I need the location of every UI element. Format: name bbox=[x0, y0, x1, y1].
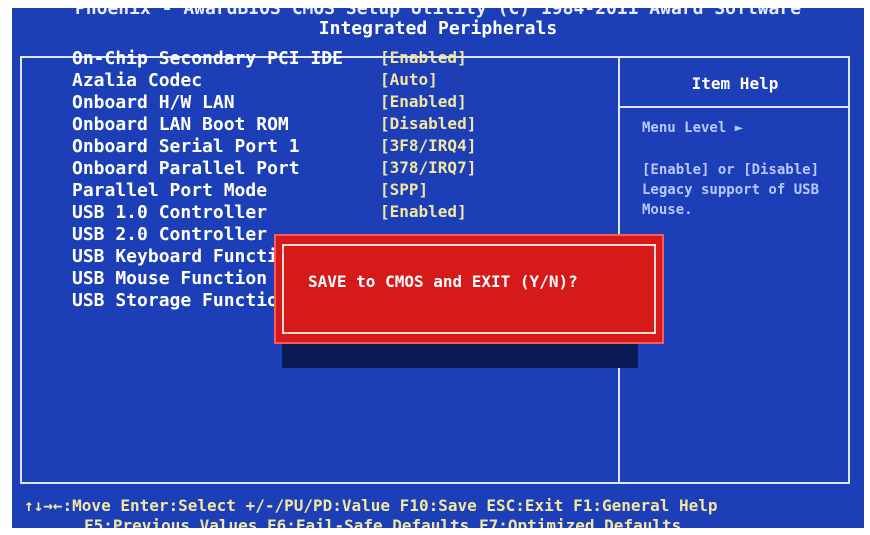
setting-label: USB Keyboard Function bbox=[72, 246, 300, 267]
setting-row-azalia-codec[interactable]: Azalia Codec [Auto] bbox=[72, 70, 632, 92]
setting-label: Azalia Codec bbox=[72, 70, 203, 91]
footer-line-1: ↑↓→←:Move Enter:Select +/-/PU/PD:Value F… bbox=[24, 496, 718, 515]
bios-header: Phoenix - AwardBIOS CMOS Setup Utility (… bbox=[12, 8, 864, 50]
item-help-title: Item Help bbox=[691, 74, 779, 93]
setting-label: USB 1.0 Controller bbox=[72, 202, 268, 223]
setting-value[interactable]: [Enabled] bbox=[380, 92, 467, 111]
setting-row-onboard-hw-lan[interactable]: Onboard H/W LAN [Enabled] bbox=[72, 92, 632, 114]
dialog-message: SAVE to CMOS and EXIT (Y/N)? bbox=[308, 272, 578, 291]
setting-row-parallel-port-mode[interactable]: Parallel Port Mode [SPP] bbox=[72, 180, 632, 202]
bios-copyright: Phoenix - AwardBIOS CMOS Setup Utility (… bbox=[74, 8, 802, 19]
help-title-divider bbox=[620, 106, 850, 108]
menu-level-text: Menu Level ► bbox=[642, 120, 744, 136]
setting-row-onboard-parallel-port[interactable]: Onboard Parallel Port [378/IRQ7] bbox=[72, 158, 632, 180]
setting-label: Onboard Serial Port 1 bbox=[72, 136, 300, 157]
item-help-description: [Enable] or [Disable] Legacy support of … bbox=[642, 162, 820, 218]
setting-label: USB Mouse Function bbox=[72, 268, 268, 289]
bios-screen: Phoenix - AwardBIOS CMOS Setup Utility (… bbox=[12, 8, 864, 528]
save-exit-dialog[interactable]: SAVE to CMOS and EXIT (Y/N)? bbox=[274, 234, 664, 344]
dialog-shadow bbox=[282, 344, 638, 368]
footer-line-2: F5:Previous Values F6:Fail-Safe Defaults… bbox=[84, 516, 682, 528]
setting-label: Parallel Port Mode bbox=[72, 180, 268, 201]
setting-value[interactable]: [3F8/IRQ4] bbox=[380, 136, 476, 155]
key-help-footer: ↑↓→←:Move Enter:Select +/-/PU/PD:Value F… bbox=[12, 486, 864, 528]
setting-label: Onboard LAN Boot ROM bbox=[72, 114, 289, 135]
setting-row-onboard-lan-boot-rom[interactable]: Onboard LAN Boot ROM [Disabled] bbox=[72, 114, 632, 136]
setting-row-onboard-serial-port-1[interactable]: Onboard Serial Port 1 [3F8/IRQ4] bbox=[72, 136, 632, 158]
setting-label: USB Storage Function bbox=[72, 290, 289, 311]
setting-label: On-Chip Secondary PCI IDE bbox=[72, 48, 343, 69]
setting-value[interactable]: [Auto] bbox=[380, 70, 438, 89]
setting-value[interactable]: [Enabled] bbox=[380, 48, 467, 67]
setting-value[interactable]: [Enabled] bbox=[380, 202, 467, 221]
setting-value[interactable]: [378/IRQ7] bbox=[380, 158, 476, 177]
setting-row-usb-1-controller[interactable]: USB 1.0 Controller [Enabled] bbox=[72, 202, 632, 224]
setting-label: Onboard H/W LAN bbox=[72, 92, 235, 113]
setting-label: Onboard Parallel Port bbox=[72, 158, 300, 179]
setting-label: USB 2.0 Controller bbox=[72, 224, 268, 245]
setting-value[interactable]: [Disabled] bbox=[380, 114, 476, 133]
setting-row-onchip-secondary-pci-ide[interactable]: On-Chip Secondary PCI IDE [Enabled] bbox=[72, 48, 632, 70]
page-title: Integrated Peripherals bbox=[318, 18, 558, 39]
setting-value[interactable]: [SPP] bbox=[380, 180, 428, 199]
